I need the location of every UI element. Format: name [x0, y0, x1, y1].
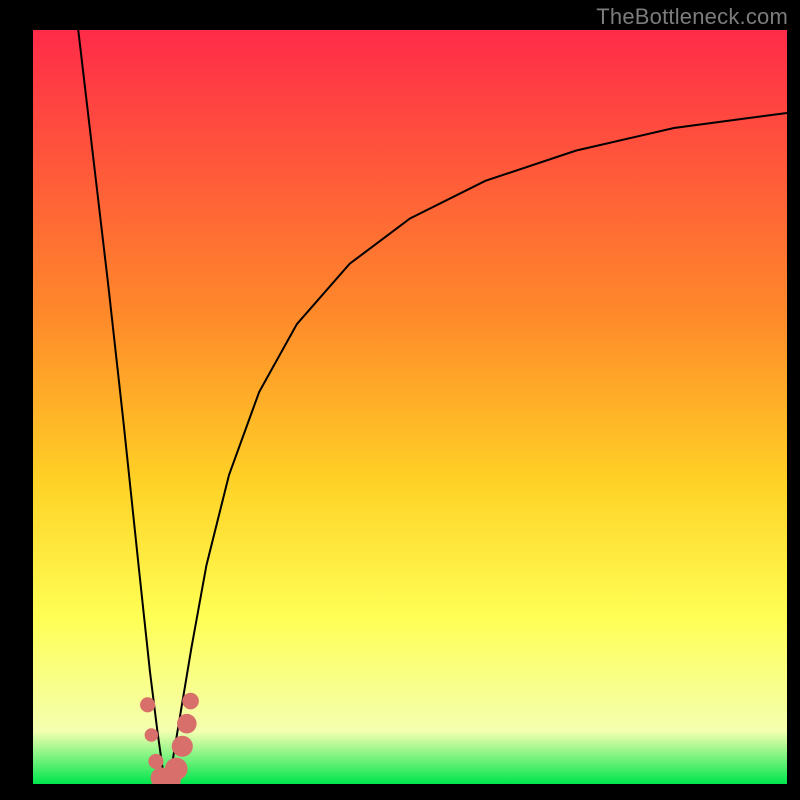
marker-point	[172, 736, 193, 757]
marker-point	[140, 697, 155, 712]
chart-frame	[33, 30, 787, 784]
marker-point	[177, 714, 197, 734]
marker-point	[145, 728, 159, 742]
marker-point	[182, 693, 199, 710]
watermark-label: TheBottleneck.com	[596, 4, 788, 30]
marker-point	[165, 758, 188, 781]
bottleneck-chart	[33, 30, 787, 784]
marker-point	[148, 754, 163, 769]
gradient-background	[33, 30, 787, 784]
